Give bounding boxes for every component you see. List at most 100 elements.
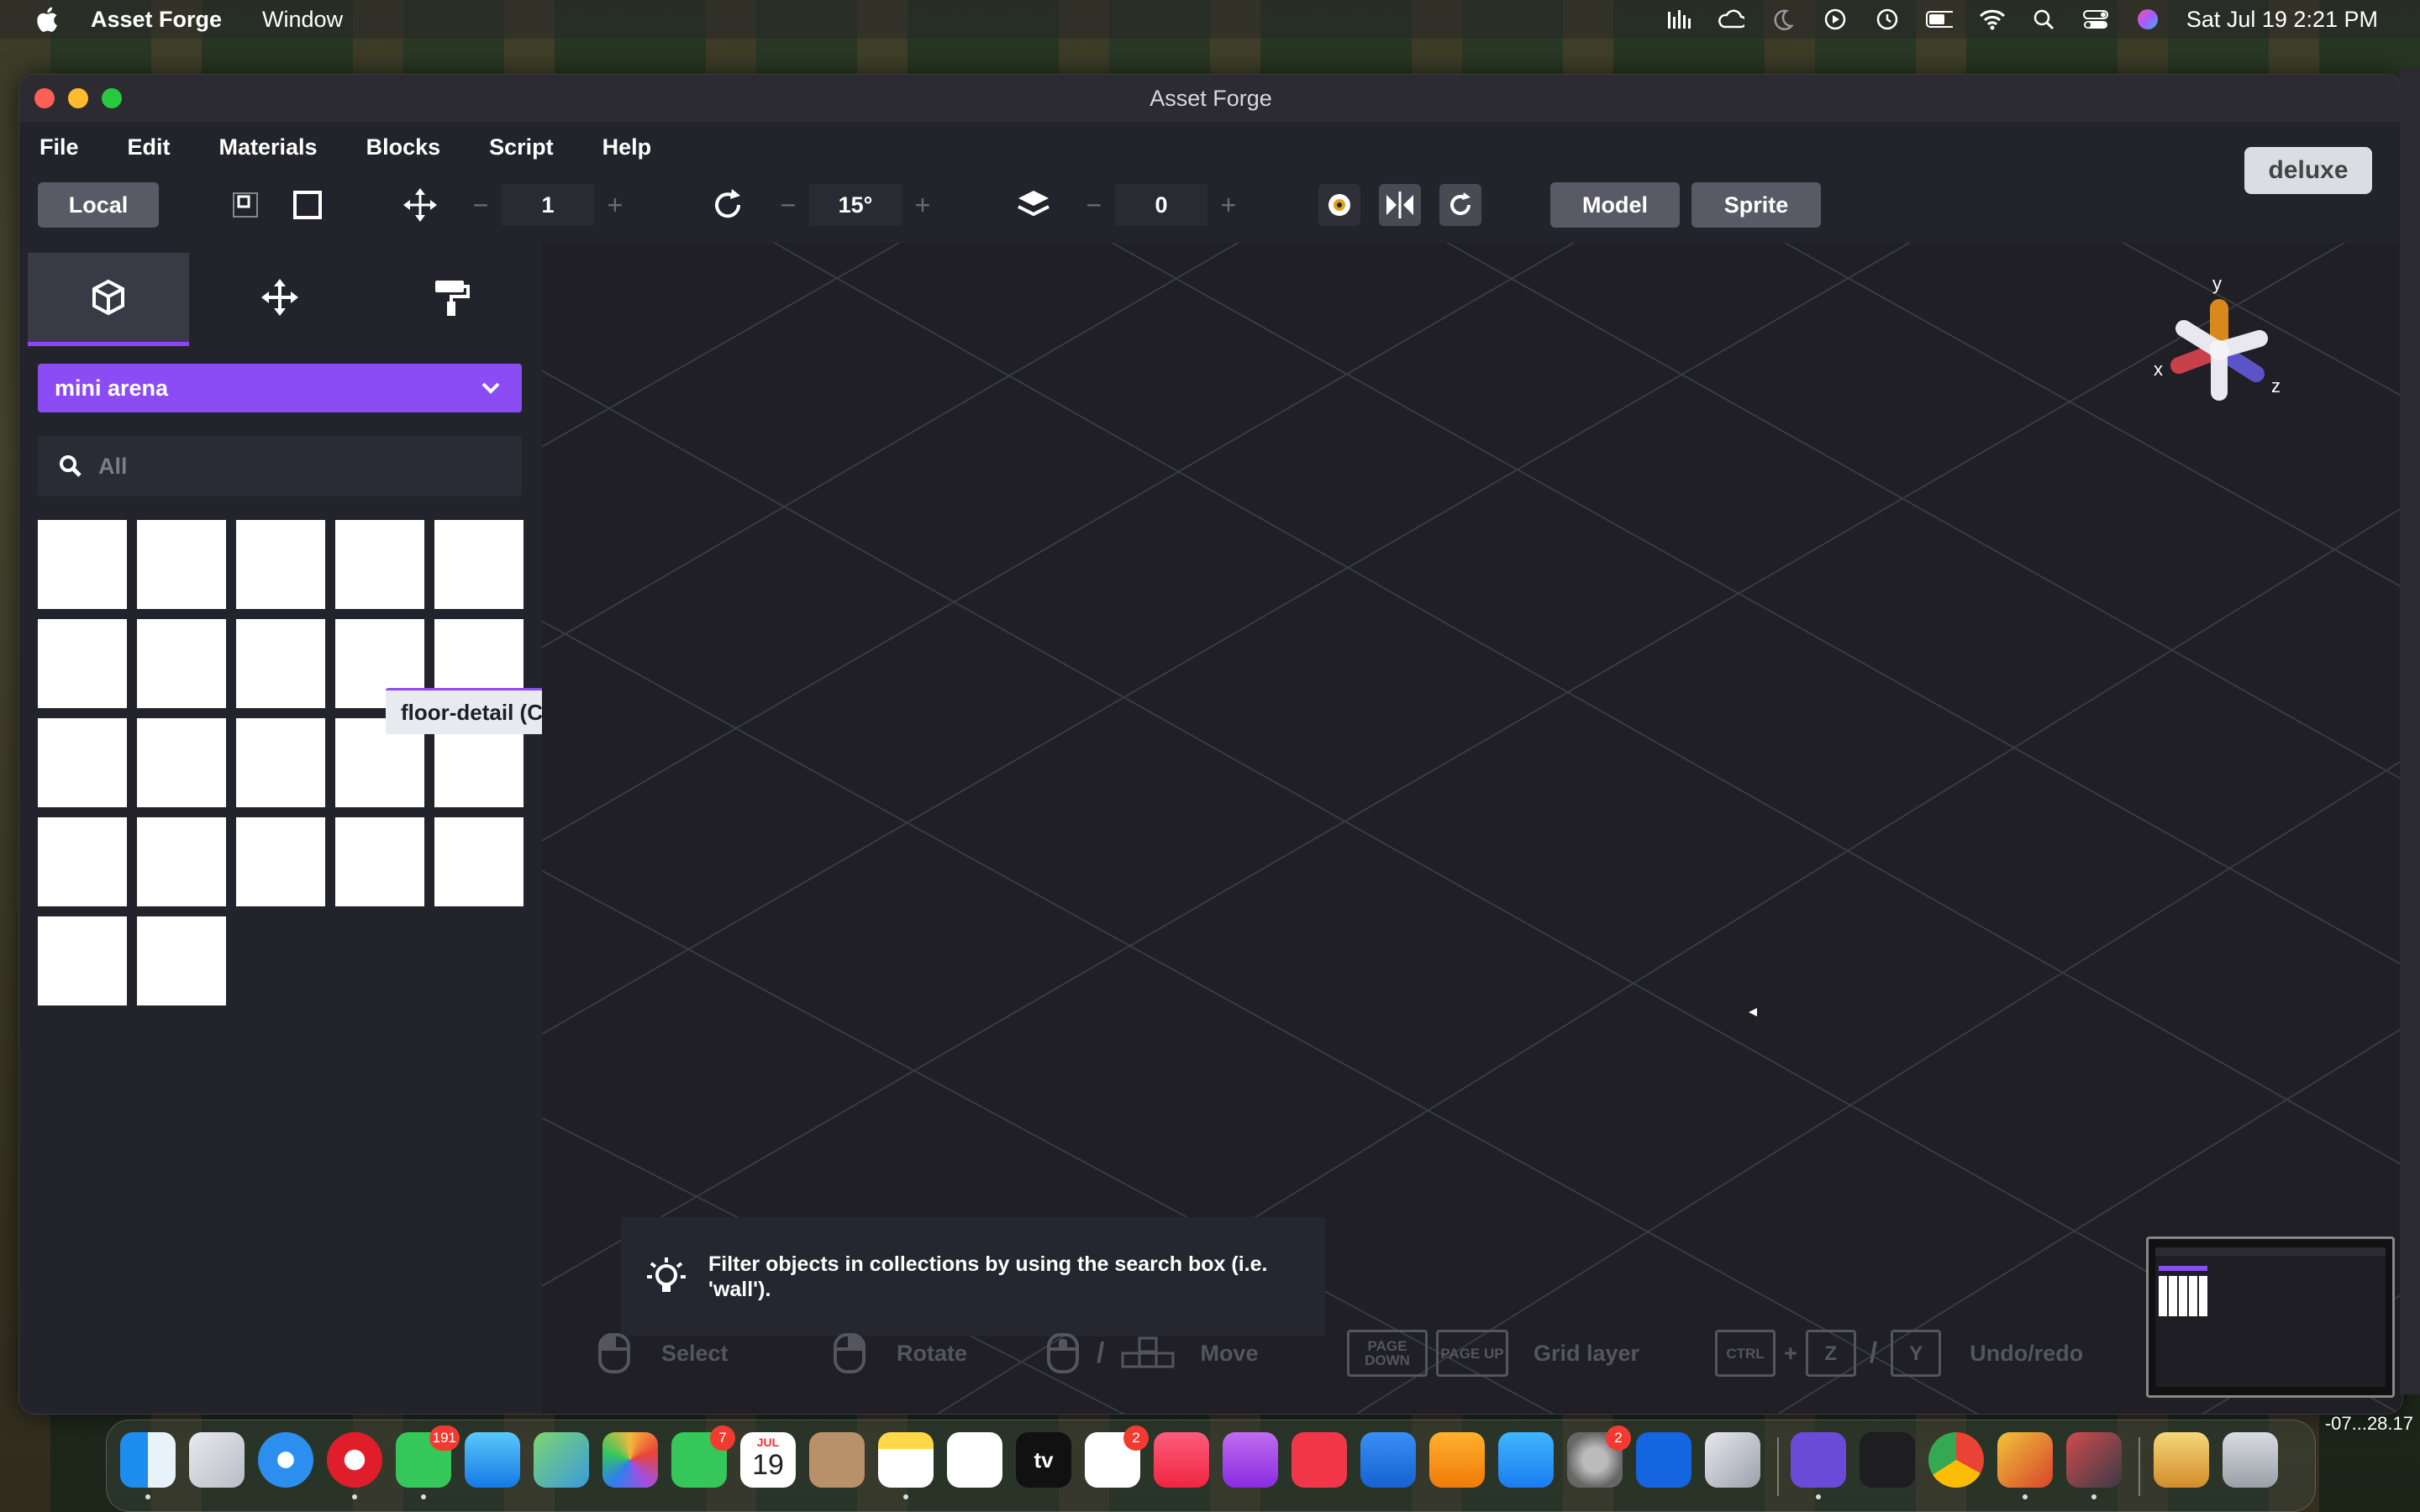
trash-icon[interactable] bbox=[2223, 1432, 2278, 1488]
maps-icon[interactable] bbox=[534, 1432, 589, 1488]
audio-levels-icon[interactable] bbox=[1665, 7, 1692, 32]
rotate-step-stepper[interactable]: − 15° + bbox=[767, 184, 944, 226]
grid-layer-decrement-button[interactable]: − bbox=[1073, 184, 1115, 226]
asset-tile[interactable] bbox=[236, 619, 325, 708]
search-input[interactable] bbox=[97, 452, 503, 480]
reminders-icon[interactable]: 2 bbox=[1085, 1425, 1149, 1488]
reset-rotation-icon[interactable] bbox=[1439, 184, 1481, 226]
menubar-clock[interactable]: Sat Jul 19 2:21 PM bbox=[2186, 7, 2378, 33]
screenshot-thumbnail[interactable] bbox=[2146, 1236, 2395, 1398]
safari-icon[interactable] bbox=[258, 1432, 313, 1488]
apple-tv-icon[interactable]: tv bbox=[1016, 1432, 1071, 1488]
tab-paint[interactable] bbox=[371, 253, 532, 342]
menu-script[interactable]: Script bbox=[489, 134, 554, 160]
grid-layer-stepper[interactable]: − 0 + bbox=[1073, 184, 1249, 226]
podcasts-icon[interactable] bbox=[1223, 1432, 1278, 1488]
asset-tile[interactable] bbox=[137, 619, 226, 708]
asset-tile[interactable] bbox=[137, 520, 226, 609]
asset-tile[interactable] bbox=[38, 817, 127, 906]
do-not-disturb-icon[interactable] bbox=[1770, 7, 1797, 32]
menu-edit[interactable]: Edit bbox=[128, 134, 171, 160]
opera-icon[interactable] bbox=[327, 1432, 382, 1499]
menu-help[interactable]: Help bbox=[602, 134, 652, 160]
iphone-mirroring-icon[interactable] bbox=[1705, 1432, 1760, 1488]
model-mode-button[interactable]: Model bbox=[1550, 182, 1680, 228]
time-machine-icon[interactable] bbox=[1874, 7, 1901, 32]
facetime-icon[interactable]: 7 bbox=[671, 1425, 735, 1488]
notes-icon[interactable] bbox=[878, 1432, 934, 1499]
3d-viewport[interactable]: y x z Filter objects in collections by u… bbox=[542, 243, 2402, 1414]
asset-tile[interactable] bbox=[38, 718, 127, 807]
app-store-icon[interactable] bbox=[1498, 1432, 1554, 1488]
rotate-step-value[interactable]: 15° bbox=[809, 184, 902, 226]
axis-gizmo[interactable]: y x z bbox=[2154, 275, 2288, 417]
menu-app-name[interactable]: Asset Forge bbox=[91, 7, 222, 33]
snap-full-icon[interactable] bbox=[287, 184, 329, 226]
camera-view-icon[interactable] bbox=[1318, 184, 1360, 226]
music-icon[interactable] bbox=[1154, 1432, 1209, 1488]
system-settings-icon[interactable]: 2 bbox=[1567, 1425, 1631, 1488]
ghost-app-icon[interactable] bbox=[1791, 1432, 1846, 1499]
move-step-increment-button[interactable]: + bbox=[594, 184, 636, 226]
play-icon[interactable] bbox=[1822, 7, 1849, 32]
unity-icon[interactable] bbox=[1860, 1432, 1915, 1488]
chrome-icon[interactable] bbox=[1928, 1432, 1984, 1488]
move-step-decrement-button[interactable]: − bbox=[460, 184, 502, 226]
asset-tile[interactable] bbox=[137, 916, 226, 1005]
freeform-icon[interactable] bbox=[947, 1432, 1002, 1488]
menu-file[interactable]: File bbox=[39, 134, 79, 160]
asset-tile[interactable] bbox=[38, 619, 127, 708]
pages-icon[interactable] bbox=[1429, 1432, 1485, 1488]
asset-tile[interactable] bbox=[236, 718, 325, 807]
asset-tile[interactable] bbox=[434, 817, 523, 906]
mail-icon[interactable] bbox=[465, 1432, 520, 1488]
keynote-icon[interactable] bbox=[1360, 1432, 1416, 1488]
calendar-icon[interactable]: JUL 19 bbox=[740, 1432, 796, 1488]
finder-icon[interactable] bbox=[120, 1432, 176, 1499]
news-icon[interactable] bbox=[1292, 1432, 1347, 1488]
messages-icon[interactable]: 191 bbox=[396, 1425, 460, 1499]
asset-tile[interactable] bbox=[38, 916, 127, 1005]
menu-materials[interactable]: Materials bbox=[219, 134, 318, 160]
asset-tile[interactable] bbox=[335, 817, 424, 906]
asset-tile[interactable] bbox=[434, 520, 523, 609]
spotlight-search-icon[interactable] bbox=[2030, 7, 2057, 32]
siri-icon[interactable] bbox=[2134, 7, 2161, 32]
sprite-mode-button[interactable]: Sprite bbox=[1691, 182, 1821, 228]
grid-layer-increment-button[interactable]: + bbox=[1207, 184, 1249, 226]
menu-blocks[interactable]: Blocks bbox=[366, 134, 441, 160]
asset-search-box[interactable] bbox=[38, 436, 522, 496]
asset-tile[interactable] bbox=[137, 817, 226, 906]
asset-tile[interactable] bbox=[137, 718, 226, 807]
wifi-icon[interactable] bbox=[1978, 7, 2005, 32]
menu-window[interactable]: Window bbox=[262, 7, 343, 33]
photos-icon[interactable] bbox=[602, 1432, 658, 1488]
cloud-sync-icon[interactable] bbox=[1718, 7, 1744, 32]
rotate-step-decrement-button[interactable]: − bbox=[767, 184, 809, 226]
tab-transform[interactable] bbox=[199, 253, 360, 342]
launchpad-icon[interactable] bbox=[189, 1432, 245, 1488]
snap-small-icon[interactable] bbox=[224, 184, 266, 226]
move-step-value[interactable]: 1 bbox=[502, 184, 594, 226]
move-step-stepper[interactable]: − 1 + bbox=[460, 184, 636, 226]
mirror-icon[interactable] bbox=[1379, 184, 1421, 226]
paint-app-icon[interactable] bbox=[1997, 1432, 2053, 1499]
battery-icon[interactable] bbox=[1925, 7, 1953, 32]
rotate-icon bbox=[707, 184, 749, 226]
asset-tile[interactable] bbox=[38, 520, 127, 609]
rotate-step-increment-button[interactable]: + bbox=[902, 184, 944, 226]
control-center-icon[interactable] bbox=[2082, 7, 2109, 32]
asset-forge-dock-icon[interactable] bbox=[2066, 1432, 2122, 1499]
window-titlebar[interactable]: Asset Forge bbox=[19, 75, 2402, 122]
asset-tile[interactable] bbox=[335, 520, 424, 609]
apple-icon[interactable] bbox=[34, 5, 59, 34]
local-space-button[interactable]: Local bbox=[38, 182, 159, 228]
asset-tile[interactable] bbox=[236, 520, 325, 609]
grid-layer-value[interactable]: 0 bbox=[1115, 184, 1207, 226]
collection-dropdown[interactable]: mini arena bbox=[38, 364, 522, 412]
roblox-icon[interactable] bbox=[1636, 1432, 1691, 1488]
asset-tile[interactable] bbox=[236, 817, 325, 906]
tab-blocks[interactable] bbox=[28, 253, 189, 346]
contacts-icon[interactable] bbox=[809, 1432, 865, 1488]
downloads-stack-icon[interactable] bbox=[2154, 1432, 2209, 1488]
